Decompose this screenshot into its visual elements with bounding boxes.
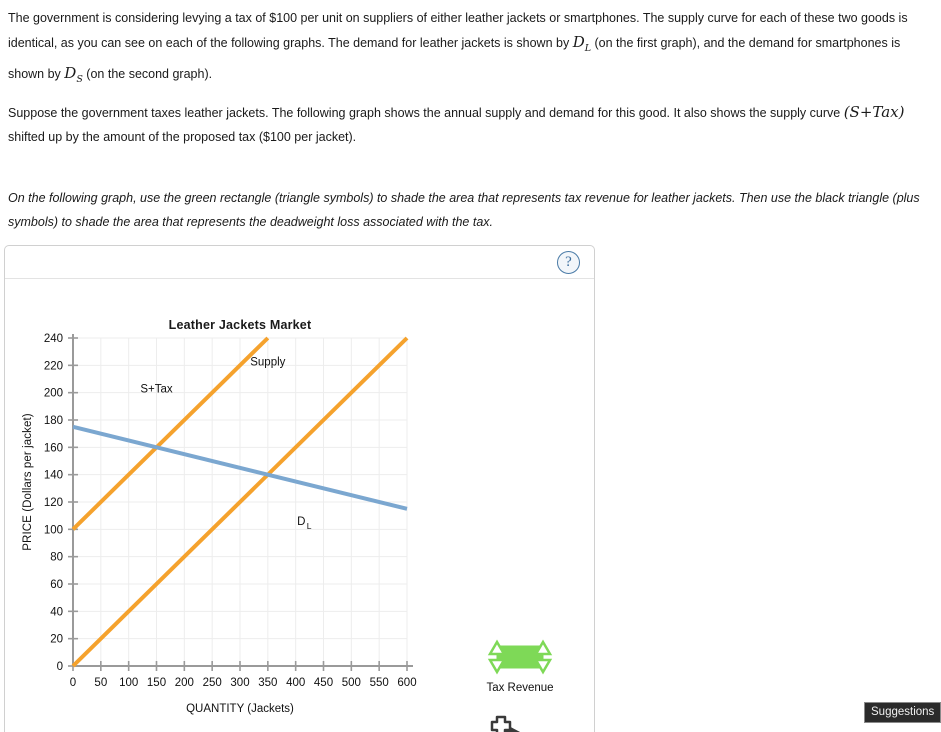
tax-revenue-label: Tax Revenue [486, 682, 554, 694]
svg-text:40: 40 [50, 606, 63, 618]
y-tick-labels: 0 20 40 60 80 100 120 140 160 180 200 220 240 [44, 333, 63, 673]
chart-container[interactable]: Leather Jackets Market PRICE (Dollars pe… [5, 280, 594, 732]
svg-text:250: 250 [203, 677, 222, 689]
svg-text:120: 120 [44, 497, 63, 509]
svg-text:50: 50 [94, 677, 107, 689]
svg-text:200: 200 [175, 677, 194, 689]
svg-text:400: 400 [286, 677, 305, 689]
demand-leather-variable: DL [572, 33, 592, 54]
intro-paragraph: The government is considering levying a … [8, 6, 933, 92]
svg-text:D: D [297, 516, 305, 528]
supply-plus-tax-expression: (S+Tax) [843, 103, 905, 121]
svg-text:0: 0 [57, 661, 63, 673]
svg-text:180: 180 [44, 415, 63, 427]
curve-labels: S+Tax Supply D L [140, 356, 311, 531]
svg-text:Supply: Supply [250, 356, 285, 368]
graph-panel: ? Leather Jackets Market PRICE (Dollars … [4, 245, 595, 732]
svg-text:0: 0 [70, 677, 76, 689]
x-tick-labels: 0 50 100 150 200 250 300 350 400 450 500 550 600 [70, 677, 417, 689]
svg-text:450: 450 [314, 677, 333, 689]
svg-text:140: 140 [44, 470, 63, 482]
page-root: The government is considering levying a … [0, 0, 941, 732]
svg-text:80: 80 [50, 552, 63, 564]
svg-text:100: 100 [119, 677, 138, 689]
svg-text:300: 300 [230, 677, 249, 689]
tax-revenue-icon[interactable] [445, 635, 595, 679]
svg-text:S+Tax: S+Tax [140, 384, 173, 396]
deadweight-loss-icon[interactable] [445, 712, 595, 732]
instruction-paragraph: On the following graph, use the green re… [8, 191, 920, 229]
svg-text:220: 220 [44, 360, 63, 372]
svg-text:20: 20 [50, 634, 63, 646]
legend-item-deadweight-loss[interactable]: Deadweight Loss [445, 712, 595, 732]
suggestions-button[interactable]: Suggestions [864, 702, 941, 723]
legend-item-tax-revenue[interactable]: Tax Revenue [445, 635, 595, 694]
svg-text:60: 60 [50, 579, 63, 591]
shading-tools-legend: Tax Revenue Deadweight Loss [445, 635, 595, 732]
svg-text:550: 550 [370, 677, 389, 689]
panel-header: ? [5, 246, 594, 279]
plot-svg[interactable]: 0 20 40 60 80 100 120 140 160 180 200 220 240 0 50 100… [5, 280, 475, 710]
svg-text:600: 600 [397, 677, 416, 689]
demand-smartphone-variable: DS [64, 64, 83, 85]
intro-text-part3: (on the second graph). [82, 67, 213, 81]
svg-text:240: 240 [44, 333, 63, 345]
svg-text:150: 150 [147, 677, 166, 689]
help-icon[interactable]: ? [557, 251, 580, 274]
svg-text:500: 500 [342, 677, 361, 689]
setup-text-part1: Suppose the government taxes leather jac… [8, 106, 844, 120]
svg-text:350: 350 [258, 677, 277, 689]
setup-paragraph: Suppose the government taxes leather jac… [8, 100, 933, 149]
svg-text:200: 200 [44, 388, 63, 400]
svg-text:100: 100 [44, 524, 63, 536]
svg-text:L: L [307, 521, 312, 531]
svg-text:160: 160 [44, 442, 63, 454]
setup-text-part2: shifted up by the amount of the proposed… [8, 130, 357, 144]
